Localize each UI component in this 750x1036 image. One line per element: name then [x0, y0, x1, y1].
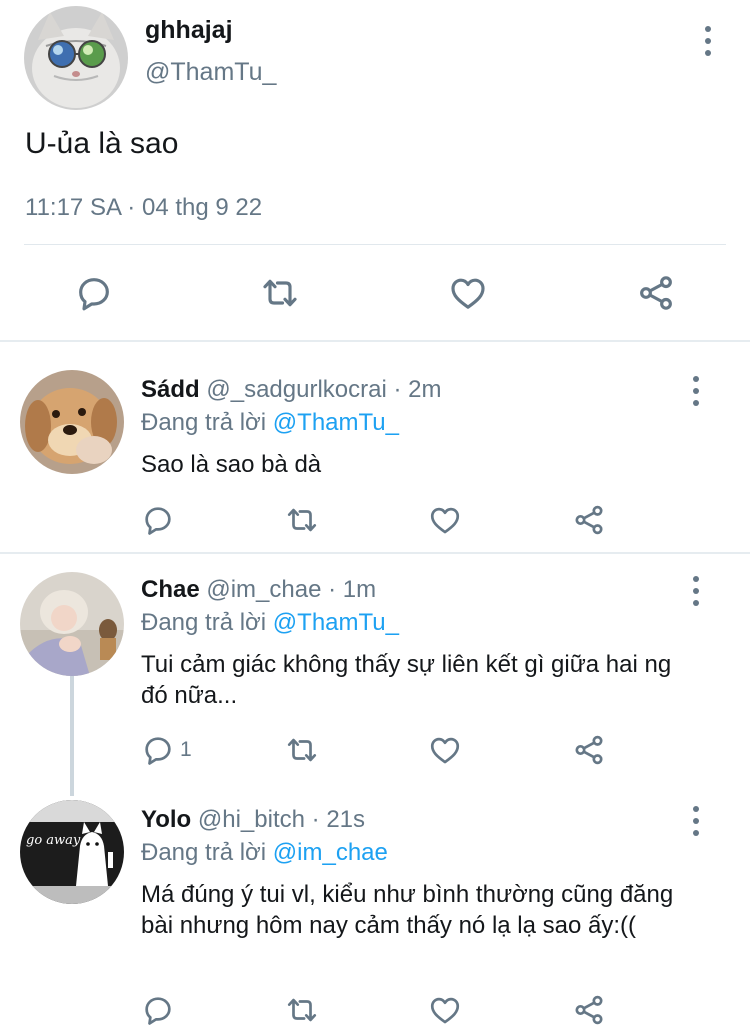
reply-author-handle[interactable]: @hi_bitch [198, 806, 305, 833]
replying-to-label: Đang trả lời [141, 609, 267, 636]
reply-separator: · [393, 376, 402, 403]
replying-to-mention[interactable]: @im_chae [273, 839, 388, 866]
reply-more-icon[interactable] [690, 576, 702, 606]
main-tweet-avatar[interactable] [24, 6, 128, 110]
reply-avatar[interactable]: go away [20, 800, 124, 904]
reply-author-handle[interactable]: @_sadgurlkocrai [206, 376, 386, 403]
reply-text: Sao là sao bà dà [141, 451, 322, 478]
reply-header: Yolo @hi_bitch · 21s [141, 806, 365, 834]
reply-more-icon[interactable] [690, 376, 702, 406]
reply-author-name[interactable]: Chae [141, 576, 200, 603]
share-icon[interactable] [572, 993, 606, 1027]
main-tweet-text: U-ủa là sao [25, 127, 179, 160]
retweet-icon[interactable] [260, 273, 300, 313]
reply-text: Tui cảm giác không thấy sự liên kết gì g… [141, 651, 672, 709]
replying-to-label: Đang trả lời [141, 409, 267, 436]
reply-count: 1 [180, 738, 192, 761]
reply-text: Má đúng ý tui vl, kiểu như bình thường c… [141, 881, 674, 939]
reply-icon[interactable] [141, 733, 175, 767]
reply-avatar[interactable] [20, 370, 124, 474]
reply-time: 21s [326, 806, 366, 833]
reply-header: Sádd @_sadgurlkocrai · 2m [141, 376, 442, 404]
reply-time: 1m [342, 576, 377, 603]
reply-avatar[interactable] [20, 572, 124, 676]
reply-icon[interactable] [74, 273, 114, 313]
replying-to-label: Đang trả lời [141, 839, 267, 866]
like-icon[interactable] [428, 503, 462, 537]
reply-header: Chae @im_chae · 1m [141, 576, 376, 604]
share-icon[interactable] [572, 503, 606, 537]
main-tweet-author-name[interactable]: ghhajaj [145, 16, 233, 45]
avatar-go-away-text: go away [26, 833, 81, 848]
reply-icon[interactable] [141, 993, 175, 1027]
main-tweet-author-handle[interactable]: @ThamTu_ [145, 58, 276, 87]
reply-author-name[interactable]: Yolo [141, 806, 191, 833]
replying-to: Đang trả lời @ThamTu_ [141, 609, 399, 637]
retweet-icon[interactable] [285, 733, 319, 767]
main-tweet-timestamp: 11:17 SA · 04 thg 9 22 [25, 194, 263, 221]
section-divider [0, 552, 750, 554]
thread-connector [70, 676, 74, 796]
reply-author-name[interactable]: Sádd [141, 376, 200, 403]
section-divider [0, 340, 750, 342]
main-tweet-more-icon[interactable] [702, 26, 714, 56]
replying-to-mention[interactable]: @ThamTu_ [273, 409, 399, 436]
reply-time: 2m [408, 376, 442, 403]
reply-author-handle[interactable]: @im_chae [206, 576, 321, 603]
main-tweet-divider [24, 244, 726, 245]
share-icon[interactable] [636, 273, 676, 313]
replying-to: Đang trả lời @ThamTu_ [141, 409, 399, 437]
like-icon[interactable] [428, 993, 462, 1027]
share-icon[interactable] [572, 733, 606, 767]
retweet-icon[interactable] [285, 503, 319, 537]
main-tweet: ghhajaj @ThamTu_ U-ủa là sao 11:17 SA · … [0, 0, 750, 340]
retweet-icon[interactable] [285, 993, 319, 1027]
like-icon[interactable] [448, 273, 488, 313]
reply-separator: · [328, 576, 337, 603]
replying-to-mention[interactable]: @ThamTu_ [273, 609, 399, 636]
reply-more-icon[interactable] [690, 806, 702, 836]
replying-to: Đang trả lời @im_chae [141, 839, 388, 867]
like-icon[interactable] [428, 733, 462, 767]
reply-icon[interactable] [141, 503, 175, 537]
reply-separator: · [311, 806, 320, 833]
